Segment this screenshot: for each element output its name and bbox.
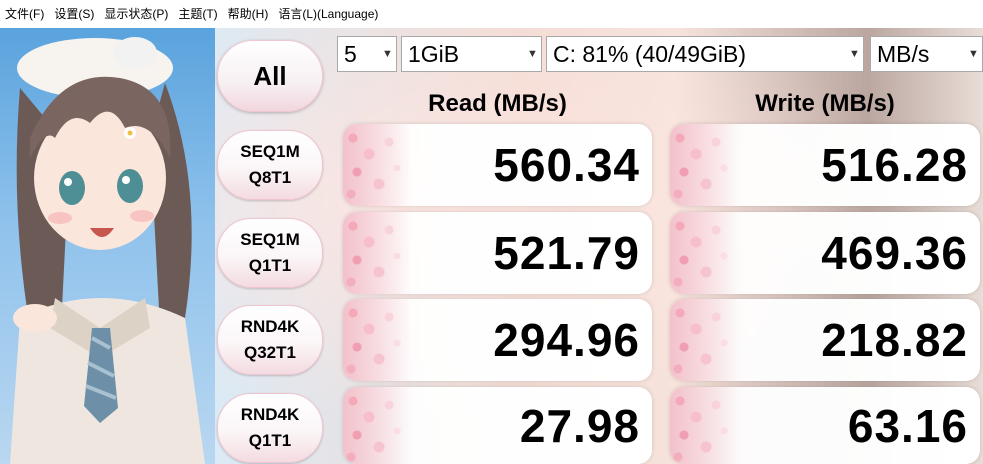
sakura-decoration — [670, 124, 738, 206]
chevron-down-icon: ▼ — [849, 48, 860, 60]
sakura-decoration — [343, 299, 411, 381]
test-name-line1: SEQ1M — [240, 142, 300, 161]
sakura-decoration — [343, 387, 411, 464]
chevron-down-icon: ▼ — [968, 48, 979, 60]
read-result-value: 294.96 — [493, 314, 640, 366]
test-name-line2: Q1T1 — [248, 256, 292, 275]
write-result-value: 516.28 — [821, 139, 968, 191]
test-name-line2: Q32T1 — [244, 343, 296, 362]
sakura-decoration — [343, 212, 411, 294]
test-name-line1: RND4K — [240, 317, 300, 336]
test-button-rnd4k-q32t1[interactable]: RND4K Q32T1 — [217, 305, 323, 375]
menu-display[interactable]: 显示状态(P) — [101, 0, 175, 28]
test-name-line1: RND4K — [240, 405, 300, 424]
test-button-seq1m-q1t1[interactable]: SEQ1M Q1T1 — [217, 218, 323, 288]
drive-select[interactable]: C: 81% (40/49GiB) ▼ — [546, 36, 864, 72]
test-name-line2: Q8T1 — [248, 168, 292, 187]
drive-value: C: 81% (40/49GiB) — [553, 40, 747, 67]
read-result-value: 560.34 — [493, 139, 640, 191]
read-result-cell: 27.98 — [343, 387, 652, 464]
read-result-value: 27.98 — [519, 399, 640, 452]
menu-language[interactable]: 语言(L)(Language) — [275, 0, 385, 28]
read-result-value: 521.79 — [493, 227, 640, 279]
anime-character-illustration — [0, 28, 215, 464]
test-count-value: 5 — [344, 40, 357, 67]
chevron-down-icon: ▼ — [382, 48, 393, 60]
test-button-rnd4k-q1t1[interactable]: RND4K Q1T1 — [217, 393, 323, 463]
write-result-cell: 469.36 — [670, 212, 980, 294]
chevron-down-icon: ▼ — [527, 48, 538, 60]
write-result-cell: 63.16 — [670, 387, 980, 464]
read-column-header: Read (MB/s) — [428, 90, 567, 117]
unit-select[interactable]: MB/s ▼ — [870, 36, 983, 72]
test-size-value: 1GiB — [408, 40, 460, 67]
write-column-header: Write (MB/s) — [755, 90, 895, 117]
test-button-seq1m-q8t1[interactable]: SEQ1M Q8T1 — [217, 130, 323, 200]
write-result-value: 218.82 — [821, 314, 968, 366]
read-result-cell: 521.79 — [343, 212, 652, 294]
write-result-cell: 218.82 — [670, 299, 980, 381]
character-image — [10, 37, 205, 464]
menu-bar: 文件(F) 设置(S) 显示状态(P) 主题(T) 帮助(H) 语言(L)(La… — [0, 0, 983, 28]
read-result-cell: 294.96 — [343, 299, 652, 381]
write-result-value: 469.36 — [821, 227, 968, 279]
test-name-line1: SEQ1M — [240, 230, 300, 249]
menu-settings[interactable]: 设置(S) — [51, 0, 101, 28]
sakura-decoration — [670, 387, 738, 464]
write-result-value: 63.16 — [847, 399, 968, 452]
menu-file[interactable]: 文件(F) — [2, 0, 51, 28]
write-result-cell: 516.28 — [670, 124, 980, 206]
sakura-decoration — [343, 124, 411, 206]
menu-theme[interactable]: 主题(T) — [175, 0, 224, 28]
unit-value: MB/s — [877, 40, 930, 67]
run-all-button[interactable]: All — [217, 40, 323, 112]
test-size-select[interactable]: 1GiB ▼ — [401, 36, 542, 72]
sakura-decoration — [670, 212, 738, 294]
sakura-decoration — [670, 299, 738, 381]
test-count-select[interactable]: 5 ▼ — [337, 36, 397, 72]
test-name-line2: Q1T1 — [248, 431, 292, 450]
menu-help[interactable]: 帮助(H) — [225, 0, 276, 28]
read-result-cell: 560.34 — [343, 124, 652, 206]
